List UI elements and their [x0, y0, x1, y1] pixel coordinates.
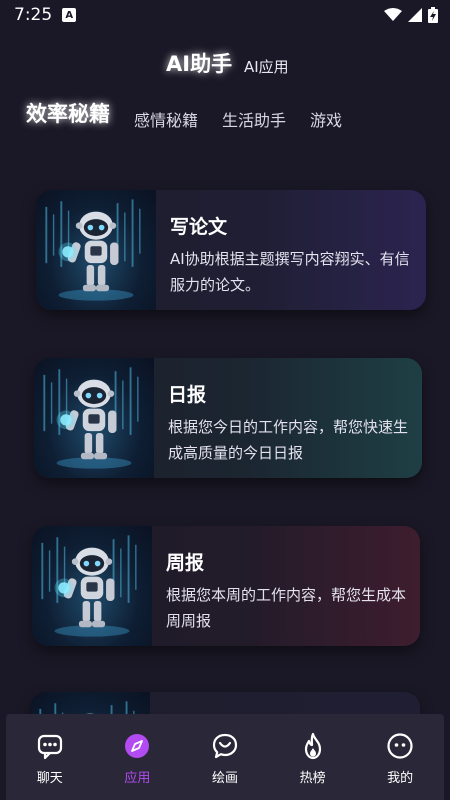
tab-games[interactable]: 游戏: [310, 107, 342, 131]
robot-icon: [32, 526, 152, 646]
nav-label: 应用: [124, 771, 151, 786]
card-title: 周报: [166, 552, 205, 574]
nav-item-trending[interactable]: 热榜: [269, 714, 357, 800]
nav-label: 热榜: [299, 771, 326, 786]
signal-icon: [408, 8, 422, 22]
status-time: 7:25: [14, 5, 53, 25]
app-header: AI助手 AI应用: [0, 46, 450, 86]
app-card-daily-report[interactable]: 日报 根据您今日的工作内容，帮您快速生成高质量的今日日报: [34, 358, 422, 478]
nav-item-apps[interactable]: 应用: [94, 714, 182, 800]
chat-icon: [37, 734, 62, 760]
wifi-icon: [384, 8, 402, 21]
heart-chat-icon: [212, 733, 238, 759]
status-icons: [384, 7, 438, 23]
face-icon: [387, 733, 413, 759]
nav-label: 绘画: [211, 771, 238, 786]
card-description: 根据您本周的工作内容，帮您生成本周周报: [166, 586, 407, 630]
notification-icon: A: [62, 8, 77, 22]
flame-icon: [304, 732, 321, 760]
category-tabs: 效率秘籍 感情秘籍 生活助手 游戏: [0, 96, 450, 136]
bottom-nav: 聊天 应用 绘画 热榜 我的: [6, 714, 444, 800]
app-card-thesis[interactable]: 写论文 AI协助根据主题撰写内容翔实、有信服力的论文。: [36, 190, 426, 310]
robot-icon: [34, 358, 154, 478]
compass-icon: [125, 734, 150, 758]
status-bar: 7:25 A: [0, 0, 450, 30]
app-card-weekly-report[interactable]: 周报 根据您本周的工作内容，帮您生成本周周报: [32, 526, 420, 646]
nav-item-profile[interactable]: 我的: [356, 714, 444, 800]
card-title: 写论文: [170, 216, 228, 238]
header-title[interactable]: AI助手: [166, 48, 232, 78]
nav-item-chat[interactable]: 聊天: [6, 714, 94, 800]
battery-icon: [428, 7, 438, 23]
card-description: 根据您今日的工作内容，帮您快速生成高质量的今日日报: [168, 418, 409, 462]
nav-label: 聊天: [36, 771, 63, 786]
nav-item-drawing[interactable]: 绘画: [181, 714, 269, 800]
header-subtitle[interactable]: AI应用: [244, 56, 289, 77]
tab-emotion[interactable]: 感情秘籍: [134, 107, 198, 131]
nav-label: 我的: [387, 771, 414, 786]
card-description: AI协助根据主题撰写内容翔实、有信服力的论文。: [170, 250, 410, 294]
tab-efficiency[interactable]: 效率秘籍: [26, 98, 110, 128]
robot-icon: [36, 190, 156, 310]
tab-life[interactable]: 生活助手: [222, 107, 286, 131]
card-title: 日报: [168, 384, 207, 406]
